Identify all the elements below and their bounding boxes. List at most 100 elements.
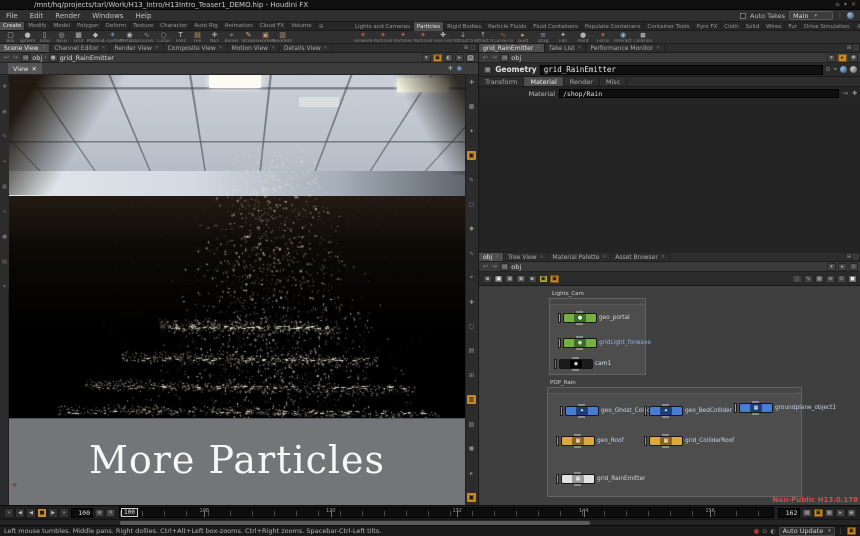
jump-start-button[interactable]: « — [4, 508, 14, 518]
display-flag[interactable] — [554, 359, 557, 369]
back-arrow-icon[interactable]: ↩ — [482, 263, 489, 270]
pin-icon[interactable]: ▸ — [838, 54, 847, 62]
shelf-tool-torus[interactable]: ◎Torus — [53, 31, 70, 44]
input-connector[interactable] — [578, 404, 585, 406]
shelf-tab-pyro-fx[interactable]: Pyro FX — [694, 22, 722, 31]
breadcrumb-root[interactable]: obj — [511, 263, 521, 271]
shelf-tab-modify[interactable]: Modify — [25, 22, 50, 30]
breadcrumb-root[interactable]: obj — [32, 54, 42, 62]
output-connector[interactable] — [576, 348, 583, 350]
display-option-icon-7[interactable]: ◆ — [467, 224, 476, 233]
node-geo_bedcollider[interactable]: ✦geo_BedCollider — [644, 406, 732, 416]
play-button[interactable]: ▶ — [48, 508, 58, 518]
timeline[interactable]: 100 108120132144156 — [119, 507, 774, 518]
param-tab-performance-monitor[interactable]: Performance Monitor✕ — [586, 44, 665, 52]
node-body[interactable]: ▦ — [739, 403, 773, 413]
display-option-icon-17[interactable]: ▸ — [467, 469, 476, 478]
close-icon[interactable]: ✕ — [540, 255, 544, 260]
realtime-toggle-icon[interactable]: ▣ — [814, 509, 823, 517]
window-minimize-icon[interactable]: ▾ — [844, 1, 847, 9]
folder-tab-transform[interactable]: Transform — [479, 77, 524, 86]
param-tab-grid_rainemitter[interactable]: grid_RainEmitter✕ — [479, 44, 545, 52]
shelf-tab-character[interactable]: Character — [157, 22, 191, 30]
shelf-tool-null[interactable]: ✚Null — [206, 31, 223, 44]
step-icon[interactable]: ▸ — [836, 509, 845, 517]
close-icon[interactable]: ✕ — [578, 46, 582, 51]
node-grid_colliderroof[interactable]: ▦grid_ColliderRoof — [644, 436, 734, 446]
shelf-tab-container-tools[interactable]: Container Tools — [644, 22, 693, 31]
view-tool-icon-5[interactable]: ▦ — [2, 184, 7, 190]
shelf-tab-texture[interactable]: Texture — [130, 22, 157, 30]
display-option-icon-3[interactable]: ✦ — [467, 127, 476, 136]
half-tone-icon[interactable]: ◐ — [444, 54, 453, 62]
shelf-tab-cloud-fx[interactable]: Cloud FX — [257, 22, 288, 30]
display-flag[interactable] — [734, 403, 737, 413]
folder-tab-misc[interactable]: Misc — [600, 77, 627, 86]
node-gridlight_forwave[interactable]: ◉gridLight_forwave — [558, 338, 651, 348]
overview-icon[interactable]: ◼ — [848, 275, 857, 283]
current-frame-field[interactable]: 100 — [71, 508, 93, 518]
shelf-tab-auto-rig[interactable]: Auto Rig — [191, 22, 221, 30]
output-connector[interactable] — [578, 416, 585, 418]
jump-end-button[interactable]: » — [59, 508, 69, 518]
shelf-tool-platonic[interactable]: ◆Platonic — [87, 31, 104, 44]
view-tool-icon-6[interactable]: ∿ — [2, 209, 7, 215]
shelf-tab-particle-fluids[interactable]: Particle Fluids — [485, 22, 530, 31]
node-geo_ghost_collider[interactable]: ✦geo_Ghost_Collider — [560, 406, 657, 416]
output-connector[interactable] — [662, 446, 669, 448]
grid-snap-icon[interactable]: ▦ — [815, 275, 824, 283]
node-geo_roof[interactable]: ▦geo_Roof — [556, 436, 624, 446]
kebab-menu-icon[interactable]: ⋮ — [792, 275, 802, 283]
shelf-tab-lights-and-cameras[interactable]: Lights and Cameras — [352, 22, 414, 31]
badge-icon[interactable]: ▪ — [483, 275, 492, 283]
close-icon[interactable]: ✕ — [219, 46, 223, 51]
param-tab-take-list[interactable]: Take List✕ — [545, 44, 586, 52]
shelf-tool-sphere[interactable]: ●Sphere — [19, 31, 36, 44]
split-pane-icon[interactable]: ⊞ — [464, 45, 469, 51]
play-path-icon[interactable]: ▸ — [838, 263, 847, 271]
node-body[interactable]: ✦ — [649, 406, 683, 416]
close-icon[interactable]: ✕ — [31, 65, 36, 73]
viewer-tab-composite-view[interactable]: Composite View✕ — [164, 44, 228, 52]
maximize-pane-icon[interactable]: ◻ — [470, 45, 475, 51]
shelf-tool-bones[interactable]: ⌖Bones — [223, 31, 240, 44]
network-box-header[interactable]: ∷ — [550, 299, 645, 305]
gray-sphere-icon[interactable] — [850, 66, 857, 73]
shelf-tool-drag[interactable]: ≡Drag — [533, 31, 553, 44]
magnifier-icon[interactable]: ⊙ — [826, 66, 831, 73]
display-mode-icon[interactable]: ▣ — [505, 275, 514, 283]
shelf-tab-wires[interactable]: Wires — [763, 22, 785, 31]
shelf-tool-force[interactable]: ▾Force — [593, 31, 613, 44]
target-icon[interactable]: ⌖ — [834, 66, 837, 74]
step-back-button[interactable]: ◀ — [15, 508, 25, 518]
window-close-icon[interactable]: ✕ — [851, 1, 856, 9]
window-controls[interactable]: ≡ ▾ ✕ — [835, 1, 860, 9]
shelf-tool-metaball[interactable]: ◉Metaball — [121, 31, 138, 44]
node-geo_portal[interactable]: ●geo_portal — [558, 313, 630, 323]
path-dropdown-icon[interactable]: ▾ — [827, 263, 836, 271]
close-icon[interactable]: ✕ — [271, 46, 275, 51]
input-connector[interactable] — [574, 434, 581, 436]
node-body[interactable]: ▦ — [561, 474, 595, 484]
back-arrow-icon[interactable]: ↩ — [3, 54, 10, 61]
viewer-tab-details-view[interactable]: Details View✕ — [280, 44, 333, 52]
close-icon[interactable]: ✕ — [661, 255, 665, 260]
audio-icon[interactable]: ▦ — [802, 509, 811, 517]
display-option-icon-12[interactable]: ▤ — [467, 346, 476, 355]
shelf-tool-geometry[interactable]: ▣Geometry — [257, 31, 274, 44]
globe-icon[interactable] — [847, 12, 854, 19]
shelf-tab-animation[interactable]: Animation — [222, 22, 257, 30]
view-tool-icon-1[interactable]: ✚ — [2, 84, 7, 90]
forward-arrow-icon[interactable]: ↪ — [491, 54, 498, 61]
shelf-tab-deform[interactable]: Deform — [103, 22, 130, 30]
network-box-pop_rain[interactable]: ∷POP_Rain✦geo_Ghost_Collider✦geo_BedColl… — [547, 387, 802, 497]
blue-sphere-icon[interactable] — [840, 66, 847, 73]
display-option-icon-1[interactable]: ✚ — [467, 78, 476, 87]
close-icon[interactable]: ✕ — [324, 46, 328, 51]
shelf-tool-tube[interactable]: ▯Tube — [36, 31, 53, 44]
display-mode-icon[interactable]: ▣ — [494, 275, 503, 283]
shelf-tool-gust[interactable]: ▸Gust — [513, 31, 533, 44]
maximize-pane-icon[interactable]: ◻ — [853, 45, 858, 51]
shelf-tool-font[interactable]: TFont — [172, 31, 189, 44]
display-option-icon-2[interactable]: ▦ — [467, 102, 476, 111]
